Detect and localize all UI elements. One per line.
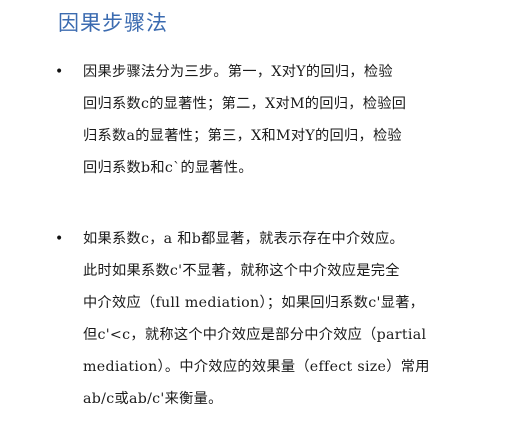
slide-title: 因果步骤法: [58, 11, 168, 35]
bullet-text-line: 如果系数c，a 和b都显著，就表示存在中介效应。: [83, 231, 404, 247]
slide: 因果步骤法 • 因果步骤法分为三步。第一，X对Y的回归，检验 回归系数c的显著性…: [0, 0, 517, 431]
bullet-text-line: 中介效应（full mediation）；如果回归系数c'显著，: [83, 295, 425, 311]
bullet-dot-icon: •: [55, 64, 64, 80]
bullet-text-line: mediation）。中介效应的效果量（effect size）常用: [83, 359, 430, 375]
bullet-text-line: ab/c或ab/c'来衡量。: [83, 391, 223, 407]
bullet-dot-icon: •: [55, 231, 64, 247]
bullet-text-line: 回归系数c的显著性；第二，X对M的回归，检验回: [83, 96, 407, 112]
bullet-text-line: 此时如果系数c'不显著，就称这个中介效应是完全: [83, 263, 400, 279]
bullet-text-line: 但c'<c，就称这个中介效应是部分中介效应（partial: [83, 327, 427, 343]
bullet-text-line: 回归系数b和c`的显著性。: [83, 160, 253, 176]
bullet-text-line: 因果步骤法分为三步。第一，X对Y的回归，检验: [83, 64, 393, 80]
bullet-text-line: 归系数a的显著性；第三，X和M对Y的回归，检验: [83, 128, 402, 144]
